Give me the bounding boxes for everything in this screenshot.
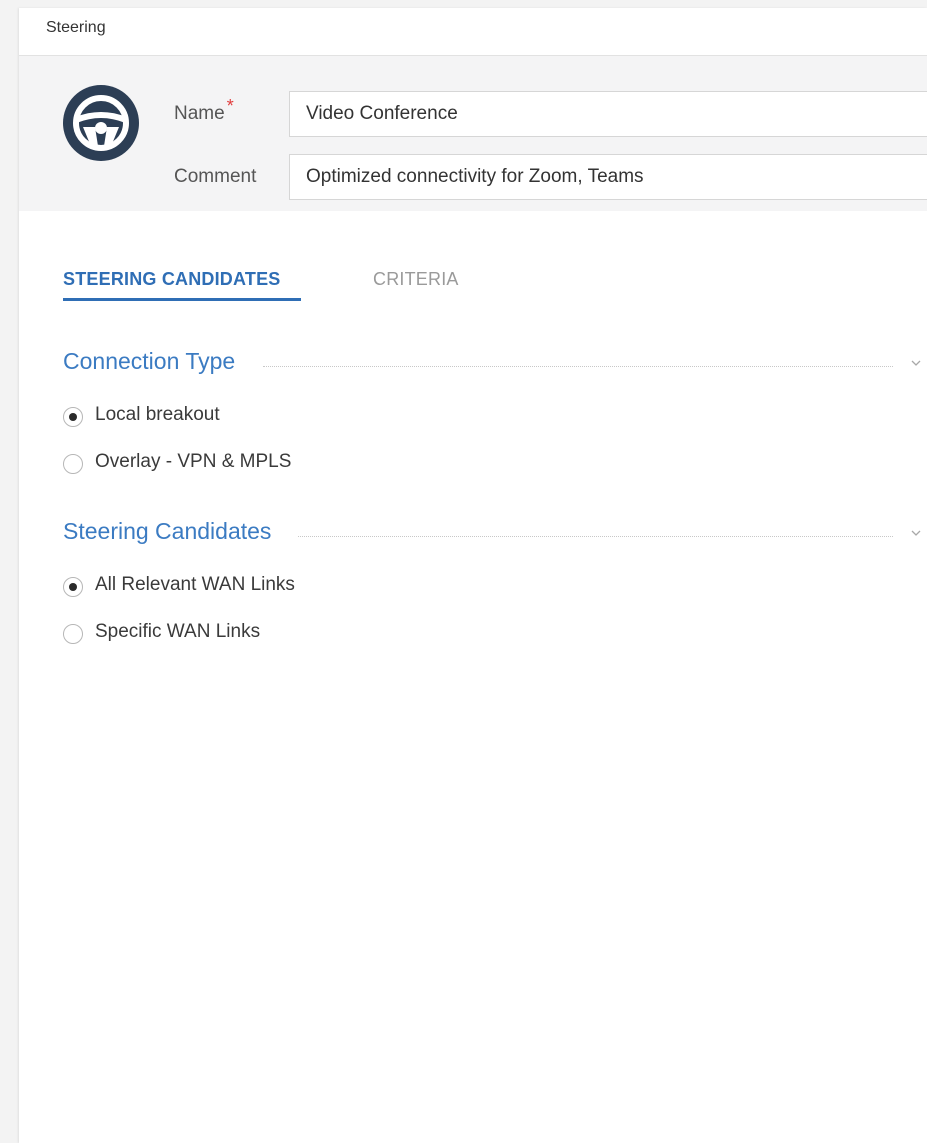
radio-label: Overlay - VPN & MPLS: [95, 451, 292, 472]
name-label: Name *: [174, 96, 234, 124]
radio-button[interactable]: [63, 407, 83, 427]
object-header: Name* Comment: [19, 56, 927, 211]
tab-steering-candidates[interactable]: STEERING CANDIDATES: [63, 269, 280, 290]
name-input[interactable]: [289, 91, 927, 137]
steering-wheel-icon: [63, 85, 139, 161]
steering-dialog: Steering Name* Comment STEERING CANDIDAT…: [19, 8, 927, 1143]
radio-label: Local breakout: [95, 404, 220, 425]
window-title: Steering: [46, 19, 106, 36]
active-tab-indicator: [63, 298, 301, 301]
radio-label: All Relevant WAN Links: [95, 574, 295, 595]
section-title: Steering Candidates: [63, 518, 286, 545]
titlebar: Steering: [19, 8, 927, 56]
chevron-down-icon[interactable]: [909, 526, 923, 540]
radio-button[interactable]: [63, 624, 83, 644]
section-divider: [263, 366, 893, 367]
section-steering-candidates[interactable]: Steering Candidates: [63, 518, 923, 554]
chevron-down-icon[interactable]: [909, 356, 923, 370]
section-title: Connection Type: [63, 348, 250, 375]
radio-button[interactable]: [63, 577, 83, 597]
radio-button[interactable]: [63, 454, 83, 474]
comment-input[interactable]: [289, 154, 927, 200]
radio-label: Specific WAN Links: [95, 621, 261, 642]
section-divider: [298, 536, 893, 537]
tab-criteria[interactable]: CRITERIA: [373, 269, 459, 290]
required-mark: *: [226, 96, 234, 116]
comment-label: Comment: [174, 166, 257, 187]
section-connection-type[interactable]: Connection Type: [63, 348, 923, 384]
